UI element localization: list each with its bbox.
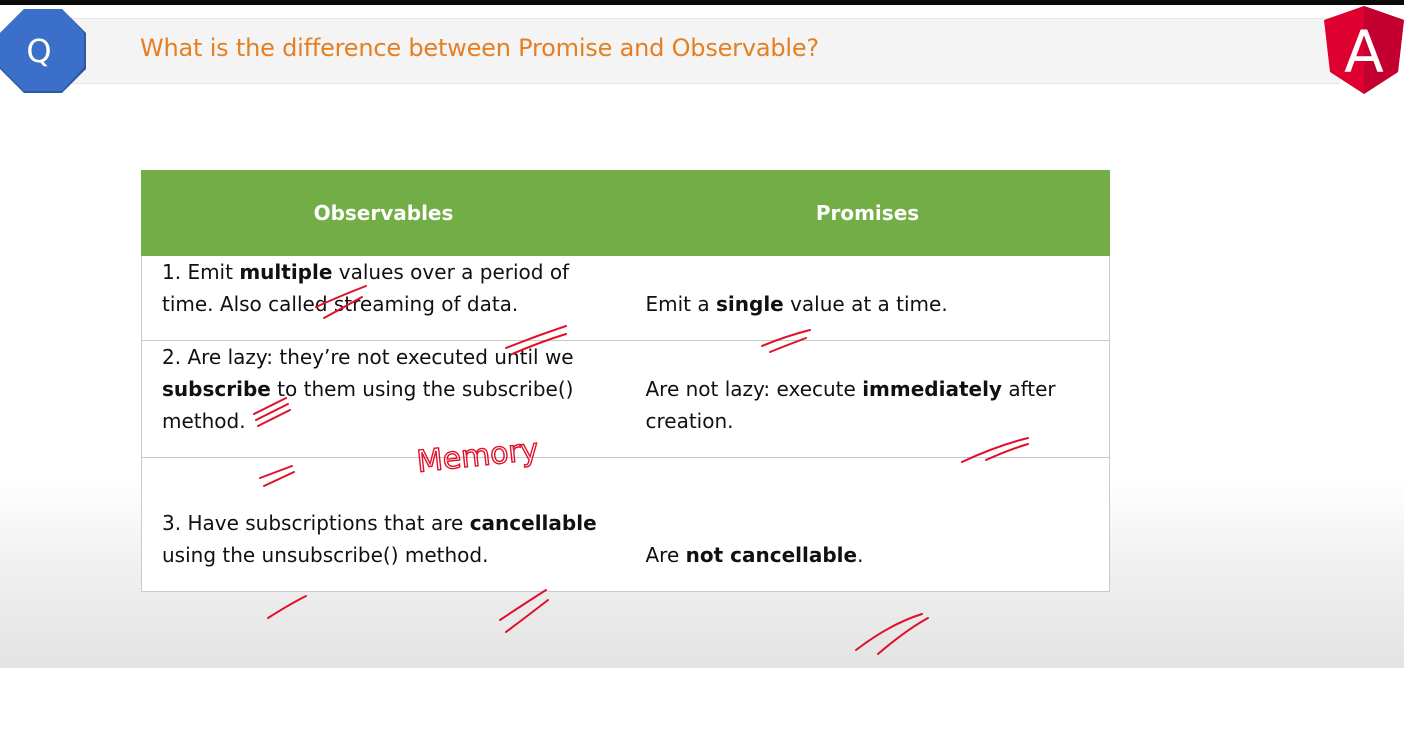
table-header-row: Observables Promises bbox=[141, 170, 1110, 256]
table-row: 1. Emit multiple values over a period of… bbox=[141, 255, 1110, 341]
pen-stroke bbox=[267, 595, 307, 619]
cell-emphasis: subscribe bbox=[162, 377, 271, 401]
cell-emphasis: not cancellable bbox=[685, 543, 858, 567]
cell-emphasis: multiple bbox=[239, 260, 333, 284]
cell-text: . bbox=[857, 543, 864, 567]
cell-text: 2. Are lazy: they’re not executed until … bbox=[162, 345, 574, 369]
question-badge: Q bbox=[0, 9, 86, 93]
observables-cell: 3. Have subscriptions that are cancellab… bbox=[141, 457, 626, 592]
pen-stroke bbox=[877, 617, 929, 655]
cell-emphasis: cancellable bbox=[469, 511, 597, 535]
cell-emphasis: immediately bbox=[862, 377, 1002, 401]
pen-stroke bbox=[499, 589, 547, 621]
top-border bbox=[0, 0, 1404, 5]
promises-cell: Are not lazy: execute immediately after … bbox=[625, 340, 1110, 458]
observables-cell: 1. Emit multiple values over a period of… bbox=[141, 255, 626, 341]
column-header-promises: Promises bbox=[625, 170, 1110, 256]
table-row: 3. Have subscriptions that are cancellab… bbox=[141, 457, 1110, 592]
cell-text: value at a time. bbox=[783, 292, 948, 316]
cell-text: using the unsubscribe() method. bbox=[162, 543, 489, 567]
pen-stroke bbox=[855, 613, 923, 651]
badge-letter: Q bbox=[26, 32, 52, 70]
cell-text: Emit a bbox=[645, 292, 716, 316]
logo-letter: A bbox=[1344, 18, 1384, 86]
angular-shield-icon: A bbox=[1324, 6, 1404, 94]
cell-text: 1. Emit bbox=[162, 260, 240, 284]
cell-text: Are bbox=[645, 543, 686, 567]
cell-text: Are not lazy: execute bbox=[645, 377, 863, 401]
pen-stroke bbox=[505, 599, 549, 633]
promises-cell: Emit a single value at a time. bbox=[625, 255, 1110, 341]
table-row: 2. Are lazy: they’re not executed until … bbox=[141, 340, 1110, 458]
cell-emphasis: single bbox=[716, 292, 784, 316]
cell-text: 3. Have subscriptions that are bbox=[162, 511, 470, 535]
angular-logo: A bbox=[1324, 6, 1404, 94]
question-title: What is the difference between Promise a… bbox=[140, 34, 819, 62]
promises-cell: Are not cancellable. bbox=[625, 457, 1110, 592]
lesson-slide: Q What is the difference between Promise… bbox=[0, 0, 1404, 668]
observables-cell: 2. Are lazy: they’re not executed until … bbox=[141, 340, 626, 458]
comparison-table: Observables Promises 1. Emit multiple va… bbox=[141, 170, 1110, 592]
column-header-observables: Observables bbox=[141, 170, 626, 256]
